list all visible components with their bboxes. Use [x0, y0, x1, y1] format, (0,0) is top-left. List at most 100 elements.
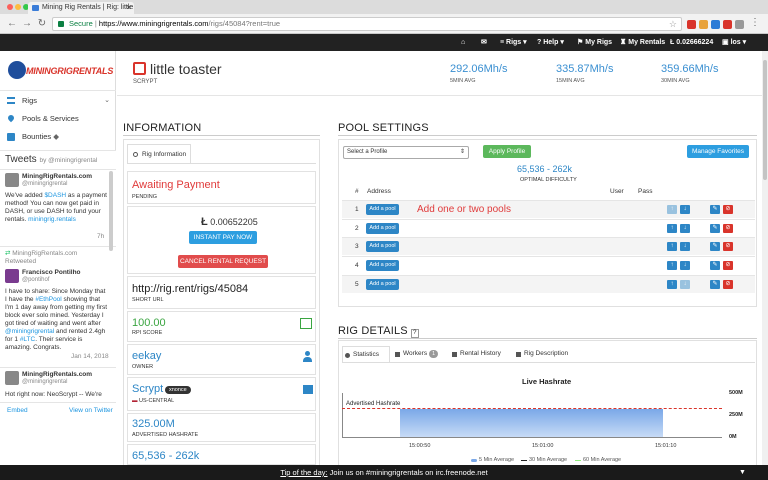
bookmark-star-icon[interactable]: ☆ [669, 18, 677, 30]
move-up-icon[interactable]: ↑ [667, 205, 677, 214]
tip-text: Join us on #miningrigrentals on irc.free… [327, 468, 488, 477]
extension-shield-icon[interactable] [723, 20, 732, 29]
reload-icon[interactable]: ↻ [36, 18, 48, 30]
tab-rental-history[interactable]: Rental History [450, 346, 501, 362]
avatar [5, 371, 19, 385]
nav-my-rigs[interactable]: ⚑ My Rigs [577, 34, 612, 51]
browser-toolbar: ← → ↻ Secure | https://www.miningrigrent… [0, 14, 768, 34]
tab-rig-information[interactable]: Rig Information [127, 144, 191, 163]
extension-gray-icon[interactable] [735, 20, 744, 29]
tip-label[interactable]: Tip of the day: [280, 468, 327, 477]
twitter-widget: Tweets by @miningrigrental MiningRigRent… [0, 150, 116, 480]
logo-area[interactable]: MININGRIGRENTALS [0, 51, 116, 91]
delete-icon[interactable]: ⊘ [723, 205, 733, 214]
move-down-icon[interactable]: ↓ [680, 205, 690, 214]
edit-icon[interactable] [133, 62, 146, 75]
page-scrollbar-thumb[interactable] [763, 60, 767, 180]
owner-name[interactable]: eekay [132, 350, 161, 362]
tweet-1[interactable]: MiningRigRentals.com @miningrigrental We… [5, 173, 109, 253]
cancel-rental-button[interactable]: CANCEL RENTAL REQUEST [178, 255, 268, 268]
delete-icon[interactable]: ⊘ [723, 261, 733, 270]
tweet-3[interactable]: MiningRigRentals.com @miningrigrental Ho… [5, 371, 109, 411]
algo-name: Scrypt [132, 383, 164, 395]
sidebar-item-rigs[interactable]: Rigs ⌄ [0, 92, 116, 110]
forward-icon[interactable]: → [21, 18, 33, 30]
help-icon[interactable]: ? [411, 329, 419, 338]
delete-icon[interactable]: ⊘ [723, 242, 733, 251]
edit-icon[interactable]: ✎ [710, 280, 720, 289]
apply-profile-button[interactable]: Apply Profile [483, 145, 531, 158]
nav-my-rentals[interactable]: ♜ My Rentals [620, 34, 665, 51]
y-tick-max: 500M [729, 390, 743, 396]
tweet-2[interactable]: Francisco Pontilho @pontihof I have to s… [5, 269, 109, 369]
move-down-icon[interactable]: ↓ [680, 280, 690, 289]
dashboard-icon [345, 353, 350, 358]
extension-red-icon[interactable] [687, 20, 696, 29]
tab-statistics[interactable]: Statistics [342, 346, 390, 362]
y-tick-min: 0M [729, 434, 737, 440]
add-pool-button[interactable]: Add a pool [366, 241, 399, 252]
browser-menu-icon[interactable]: ⋮ [750, 17, 760, 28]
chevron-down-icon: ⌄ [104, 97, 110, 104]
add-pool-button[interactable]: Add a pool [366, 279, 399, 290]
advertised-label: ADVERTISED HASHRATE [132, 432, 199, 438]
extension-blue-icon[interactable] [711, 20, 720, 29]
tab-rig-description[interactable]: Rig Description [514, 346, 568, 362]
mail-icon[interactable]: ✉ [481, 34, 487, 51]
delete-icon[interactable]: ⊘ [723, 280, 733, 289]
tab-workers[interactable]: Workers 1 [393, 346, 439, 362]
profile-select[interactable]: Select a Profile ⇕ [343, 146, 469, 159]
nav-help[interactable]: ? Help ▾ [537, 34, 564, 51]
home-icon[interactable]: ⌂ [461, 34, 465, 51]
nav-user[interactable]: ▣ los ▾ [722, 34, 746, 51]
edit-icon[interactable]: ✎ [710, 205, 720, 214]
close-tab-icon[interactable]: × [126, 2, 131, 14]
legend-60min[interactable]: 60 Min Average [575, 457, 621, 463]
hashrate-15min: 335.87Mh/s [556, 63, 614, 75]
edit-icon[interactable]: ✎ [710, 242, 720, 251]
edit-icon[interactable]: ✎ [710, 261, 720, 270]
instant-pay-button[interactable]: INSTANT PAY NOW [189, 231, 257, 244]
add-pool-button[interactable]: Add a pool [366, 204, 399, 215]
divider [338, 135, 757, 136]
browser-tab-bar: Mining Rig Rentals | Rig: little × [0, 0, 768, 14]
move-down-icon[interactable]: ↓ [680, 224, 690, 233]
hashrate-5min-label: 5MIN AVG [450, 78, 476, 84]
short-url-label: SHORT URL [132, 297, 164, 303]
litecoin-icon: Ł [201, 216, 208, 228]
status-card: Awaiting Payment PENDING [127, 171, 316, 204]
close-window-icon[interactable] [7, 4, 13, 10]
legend-5min[interactable]: 5 Min Average [471, 457, 514, 463]
select-caret-icon: ⇕ [459, 149, 465, 155]
edit-icon[interactable]: ✎ [710, 224, 720, 233]
browser-tab[interactable]: Mining Rig Rentals | Rig: little × [28, 2, 134, 14]
add-pool-button[interactable]: Add a pool [366, 260, 399, 271]
short-url[interactable]: http://rig.rent/rigs/45084 [132, 283, 248, 295]
tweet-time: Jan 14, 2018 [71, 353, 109, 360]
move-up-icon[interactable]: ↑ [667, 261, 677, 270]
move-up-icon[interactable]: ↑ [667, 242, 677, 251]
embed-link[interactable]: Embed [7, 407, 28, 414]
manage-favorites-button[interactable]: Manage Favorites [687, 145, 749, 158]
legend-30min[interactable]: 30 Min Average [521, 457, 567, 463]
delete-icon[interactable]: ⊘ [723, 224, 733, 233]
collapse-caret-icon[interactable]: ▼ [739, 465, 746, 480]
move-up-icon[interactable]: ↑ [667, 280, 677, 289]
sidebar-item-bounties[interactable]: Bounties ◆ [0, 128, 116, 146]
view-on-twitter-link[interactable]: View on Twitter [69, 407, 113, 414]
sidebar-item-pools[interactable]: Pools & Services [0, 110, 116, 128]
move-up-icon[interactable]: ↑ [667, 224, 677, 233]
col-pass: Pass [638, 188, 653, 195]
move-down-icon[interactable]: ↓ [680, 261, 690, 270]
minimize-window-icon[interactable] [15, 4, 21, 10]
tweets-scrollbar[interactable] [109, 171, 113, 251]
extension-orange-icon[interactable] [699, 20, 708, 29]
url-bar[interactable]: Secure | https://www.miningrigrentals.co… [52, 17, 682, 31]
col-user: User [610, 188, 624, 195]
x-tick: 15:01:10 [655, 443, 677, 449]
add-pool-button[interactable]: Add a pool [366, 223, 399, 234]
back-icon[interactable]: ← [6, 18, 18, 30]
nav-balance[interactable]: Ł 0.02666224 [670, 34, 713, 51]
nav-rigs[interactable]: ≡ Rigs ▾ [500, 34, 527, 51]
move-down-icon[interactable]: ↓ [680, 242, 690, 251]
